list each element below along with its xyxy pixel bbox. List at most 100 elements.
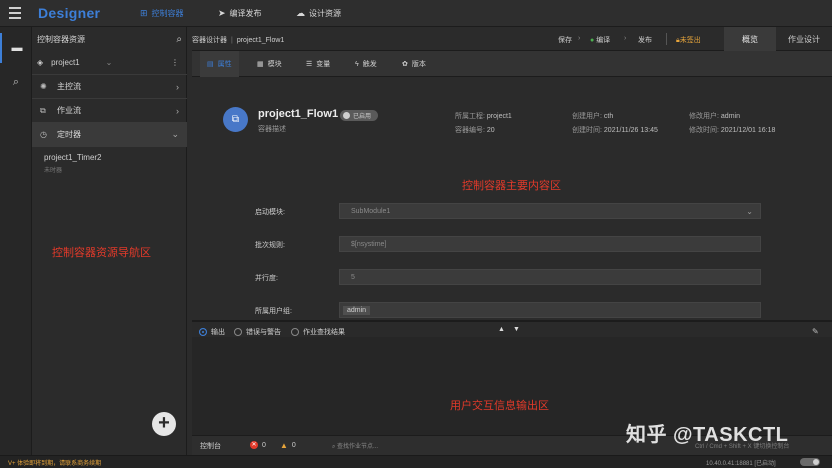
nav-control-container[interactable]: ⊞ 控制容器 <box>140 0 184 27</box>
chevron-down-icon: ⌄ <box>105 58 113 67</box>
tab-versions[interactable]: ✿ 版本 <box>395 51 433 77</box>
search-icon[interactable]: ⌕ <box>176 34 182 45</box>
chevron-down-icon: ⌄ <box>746 206 753 216</box>
divider <box>666 33 667 45</box>
sidebar-annotation: 控制容器资源导航区 <box>52 247 151 259</box>
pin-icon[interactable]: ✎ <box>812 327 819 336</box>
tab-job-design[interactable]: 作业设计 <box>776 27 832 51</box>
arrow-down-icon[interactable]: ▼ <box>513 326 528 333</box>
license-warning[interactable]: V+ 体验即将到期，请联系商务续期 <box>8 458 101 467</box>
job-search-input[interactable]: ⌕ 查找作业节点... <box>332 441 378 451</box>
compile-button[interactable]: ● 编译 <box>590 35 610 45</box>
app-brand: Designer <box>38 5 101 21</box>
flow-description: 容器描述 <box>258 126 286 133</box>
status-bar: V+ 体验即将到期，请联系商务续期 10.40.0.41:18881 [已启动] <box>0 455 832 468</box>
cloud-icon: ☁ <box>296 8 305 18</box>
chevron-right-icon: › <box>176 81 179 92</box>
chevron-right-icon: › <box>578 35 581 42</box>
gear-icon: ✺ <box>40 82 47 91</box>
project-name: project1 <box>51 58 80 67</box>
sidebar-header: 控制容器资源 ⌕ <box>32 27 187 51</box>
batch-rule-input[interactable]: $[nsystime] <box>339 236 761 252</box>
content-annotation: 控制容器主要内容区 <box>462 180 561 192</box>
parallel-input[interactable]: 5 <box>339 269 761 285</box>
tab-modules[interactable]: ▦ 模块 <box>250 51 289 77</box>
tab-output[interactable]: 输出 <box>199 327 225 337</box>
error-count[interactable]: ✕ 0 <box>250 441 266 449</box>
cube-icon: ◈ <box>37 58 44 67</box>
breadcrumb-item: project1_Flow1 <box>236 37 285 44</box>
warning-icon: ▲ <box>280 441 288 450</box>
add-button[interactable]: + <box>152 412 176 436</box>
send-icon: ➤ <box>218 8 226 18</box>
warning-count[interactable]: ▲ 0 <box>280 441 296 450</box>
checkout-status[interactable]: 🔒︎未签出 <box>676 35 701 45</box>
bolt-icon: ϟ <box>355 60 359 68</box>
chevron-right-icon: › <box>624 35 627 42</box>
activity-bar: ▬ ⌕ <box>0 27 32 455</box>
project-selector[interactable]: ◈ project1 ⌄ ⋮ <box>32 51 187 75</box>
tab-errors-warnings[interactable]: 错误与警告 <box>234 327 281 337</box>
breadcrumb: 容器设计器 | project1_Flow1 <box>192 37 285 44</box>
user-group-tag: admin <box>343 305 371 315</box>
user-group-label: 所属用户组: <box>255 308 292 315</box>
meta-project: 所属工程: project1 <box>455 113 512 120</box>
start-module-label: 启动模块: <box>255 209 285 216</box>
resource-sidebar: 控制容器资源 ⌕ ◈ project1 ⌄ ⋮ ✺ 主控流 › ⧉ 作业流 › … <box>32 27 187 455</box>
output-annotation: 用户交互信息输出区 <box>450 400 549 412</box>
watermark: 知乎 @TASKCTL <box>626 424 789 446</box>
arrow-up-icon[interactable]: ▲ <box>498 326 513 333</box>
save-button[interactable]: 保存 <box>558 35 572 45</box>
meta-number: 容器编号: 20 <box>455 127 495 134</box>
server-status: 10.40.0.41:18881 [已启动] <box>706 461 776 467</box>
sidebar-item-main-flow[interactable]: ✺ 主控流 › <box>32 75 187 99</box>
sidebar-item-timer[interactable]: ◷ 定时器 ⌄ <box>32 123 187 147</box>
workflow-icon: ⧉ <box>40 105 46 115</box>
sliders-icon: ☰ <box>306 61 313 68</box>
user-group-input[interactable]: admin <box>339 302 761 318</box>
nav-design-resources[interactable]: ☁ 设计资源 <box>296 0 341 27</box>
check-icon: ● <box>590 37 595 44</box>
chevron-right-icon: › <box>176 105 179 116</box>
sidebar-title: 控制容器资源 <box>37 34 85 44</box>
server-toggle[interactable] <box>800 458 820 466</box>
more-icon[interactable]: ⋮ <box>171 58 179 67</box>
tab-triggers[interactable]: ϟ 触发 <box>348 51 384 77</box>
meta-created: 创建时间: 2021/11/26 13:45 <box>572 127 658 134</box>
breadcrumb-item[interactable]: 容器设计器 <box>192 37 227 44</box>
radio-selected <box>199 328 207 336</box>
meta-creator: 创建用户: cth <box>572 113 614 120</box>
main-content: ⧉ project1_Flow1 已启用 容器描述 所属工程: project1… <box>192 77 832 320</box>
nav-compile-publish[interactable]: ➤ 编译发布 <box>218 0 262 27</box>
batch-rule-label: 批次规则: <box>255 242 285 249</box>
sidebar-item-job-flow[interactable]: ⧉ 作业流 › <box>32 99 187 123</box>
meta-modifier: 修改用户: admin <box>689 113 740 120</box>
document-icon: ▤ <box>207 61 214 68</box>
error-icon: ✕ <box>250 441 258 449</box>
panel-arrows[interactable]: ▲▼ <box>498 326 528 333</box>
timer-item-subtitle: 未时器 <box>44 168 63 174</box>
search-icon[interactable]: ⌕ <box>0 67 32 97</box>
timer-item[interactable]: project1_Timer2 <box>44 153 102 162</box>
start-module-select[interactable]: SubModule1 ⌄ <box>339 203 761 219</box>
tab-job-search-results[interactable]: 作业查找结果 <box>291 327 345 337</box>
enable-toggle[interactable]: 已启用 <box>340 110 378 121</box>
tab-variables[interactable]: ☰ 变量 <box>299 51 337 77</box>
flow-icon: ⊞ <box>140 8 148 18</box>
parallel-label: 并行度: <box>255 275 278 282</box>
folder-icon[interactable]: ▬ <box>0 33 32 63</box>
top-bar: Designer ⊞ 控制容器 ➤ 编译发布 ☁ 设计资源 <box>0 0 832 27</box>
meta-modified: 修改时间: 2021/12/01 16:18 <box>689 127 776 134</box>
tab-overview[interactable]: 概览 <box>724 27 776 51</box>
property-tabs: ▤ 属性 ▦ 模块 ☰ 变量 ϟ 触发 ✿ 版本 <box>192 51 832 77</box>
clock-icon: ◷ <box>40 130 47 139</box>
chevron-down-icon: ⌄ <box>171 129 179 139</box>
grid-icon: ▦ <box>257 61 264 68</box>
paw-icon: ✿ <box>402 61 408 68</box>
flow-name: project1_Flow1 <box>258 108 339 120</box>
tab-properties[interactable]: ▤ 属性 <box>200 51 239 77</box>
menu-icon[interactable] <box>9 7 21 19</box>
publish-button[interactable]: 发布 <box>638 35 652 45</box>
console-label[interactable]: 控制台 <box>200 441 221 451</box>
flow-icon: ⧉ <box>223 107 248 132</box>
